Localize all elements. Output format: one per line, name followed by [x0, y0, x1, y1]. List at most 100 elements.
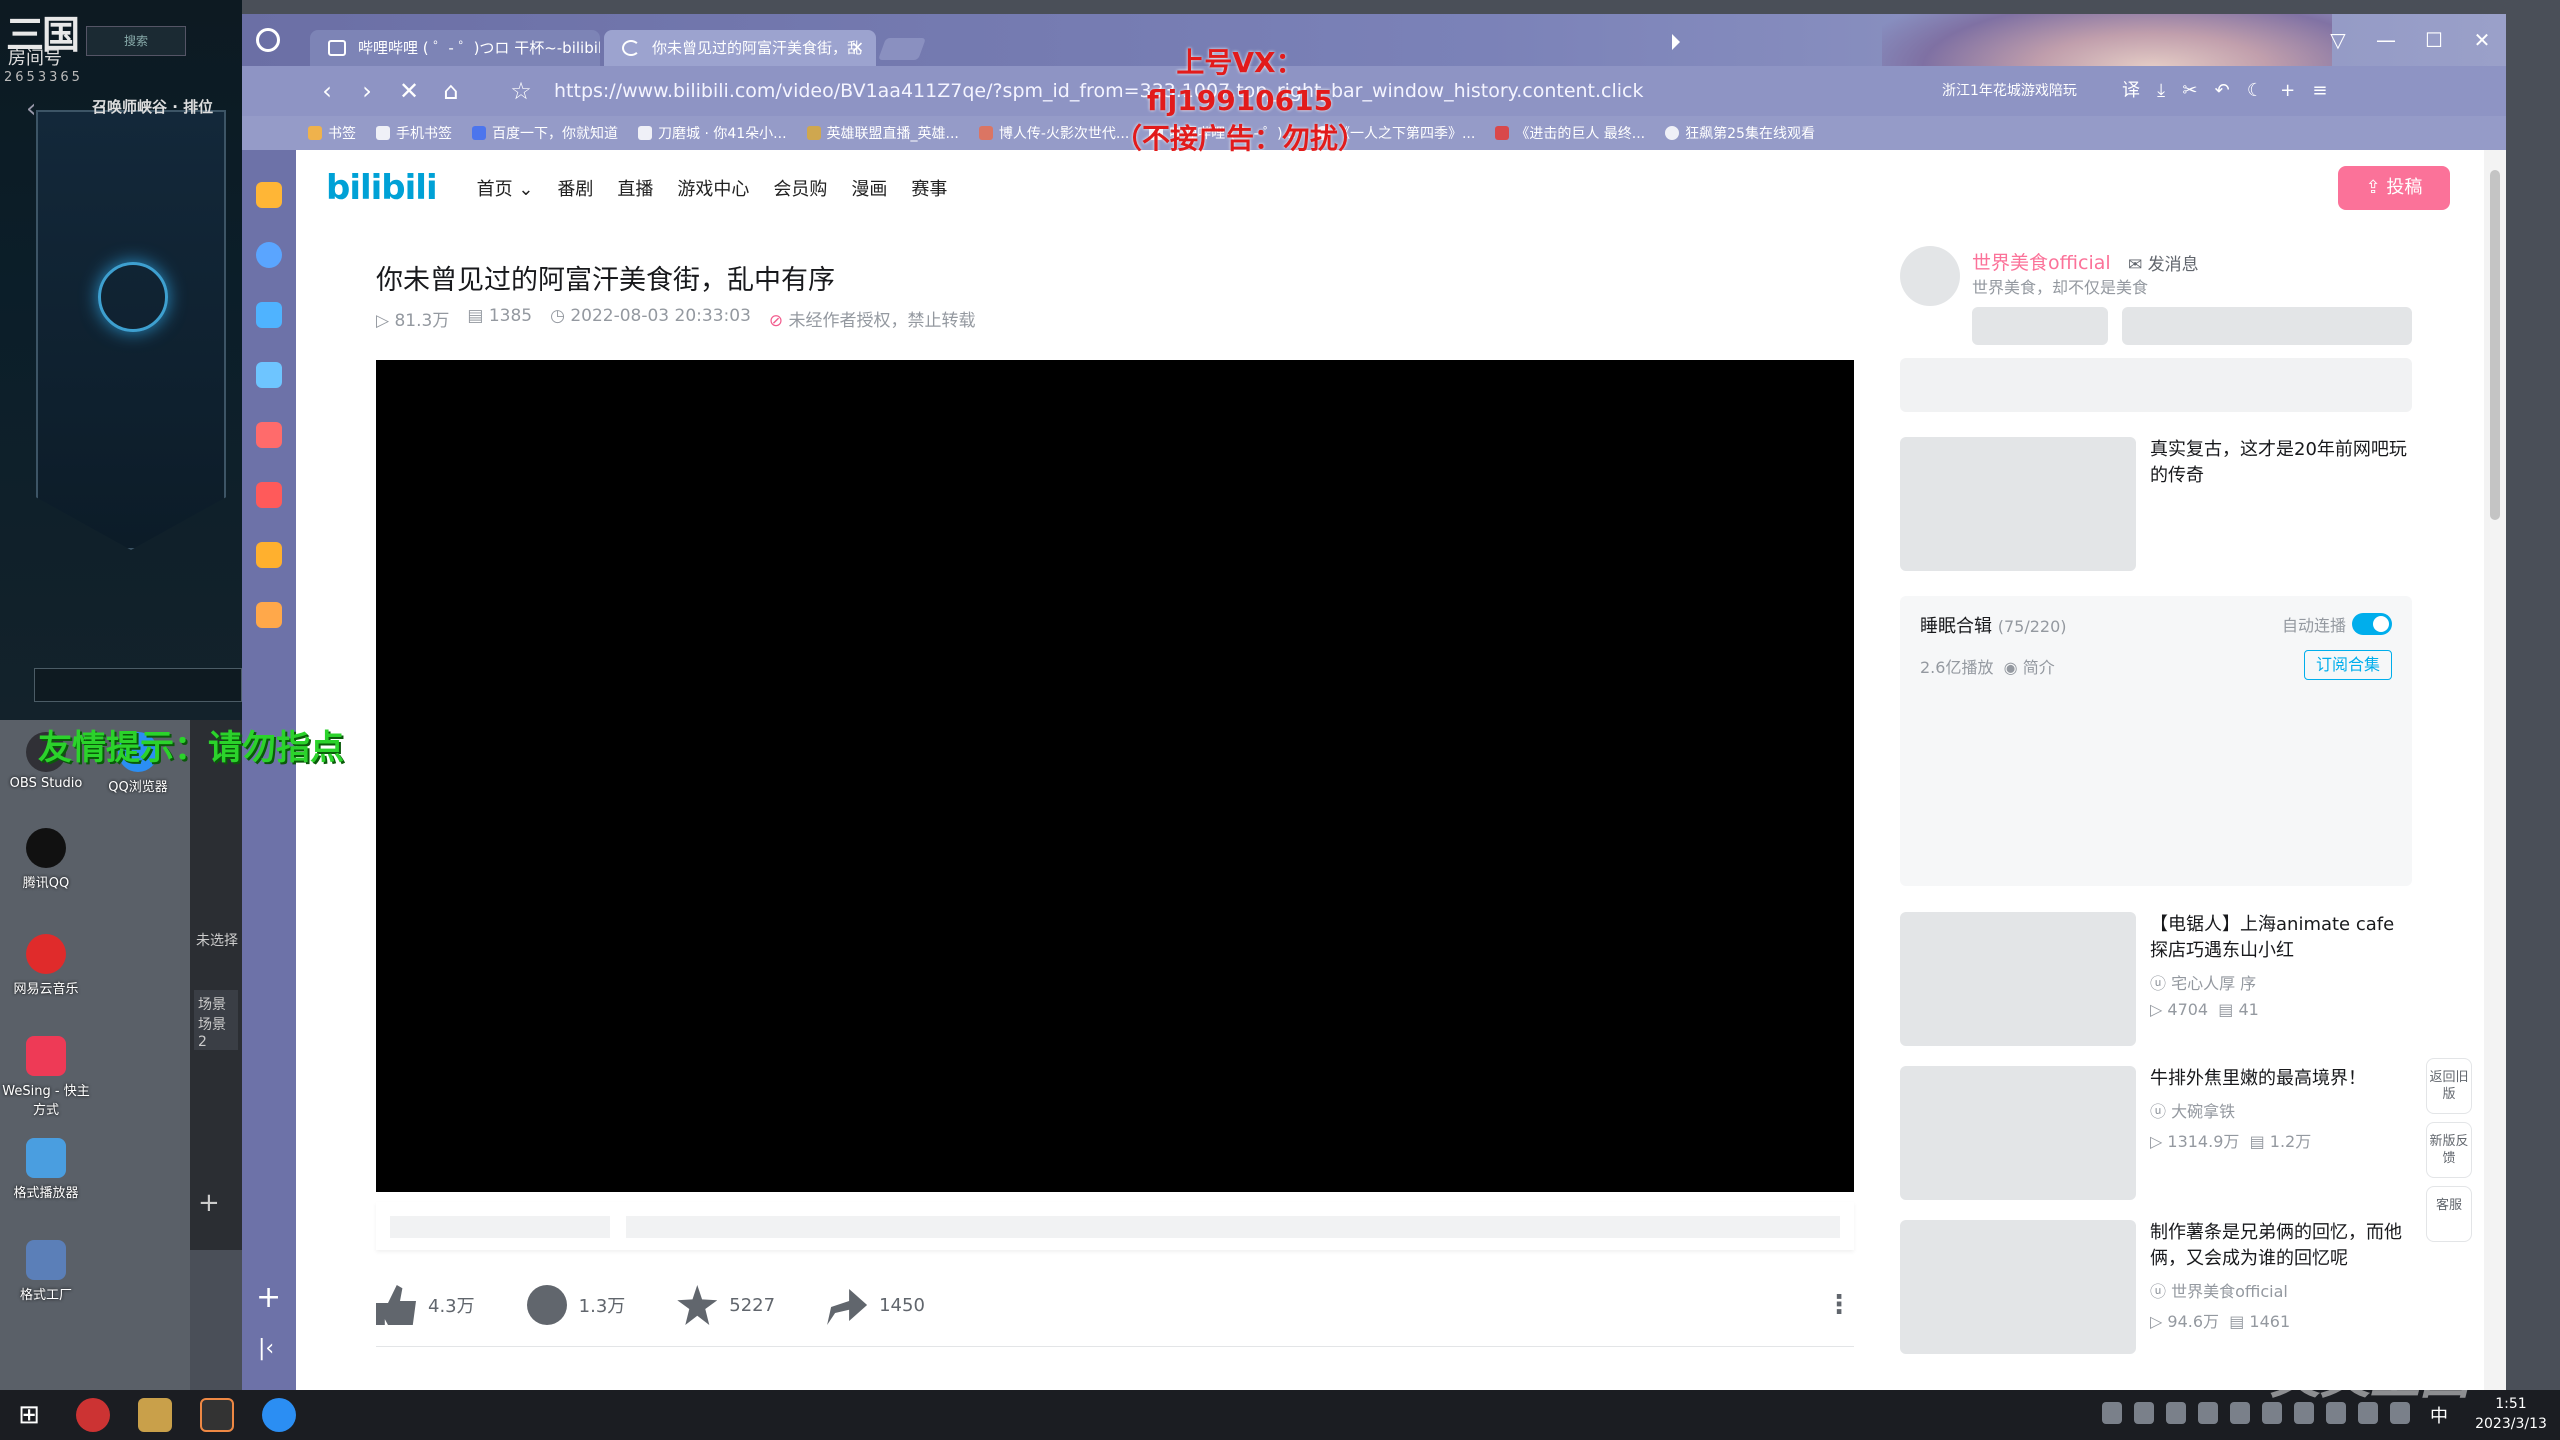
cloud-icon[interactable] — [256, 362, 282, 388]
rec-title[interactable]: 【电锯人】上海animate cafe探店巧遇东山小红 — [2150, 912, 2412, 964]
rec-thumbnail[interactable] — [1900, 437, 2136, 571]
menu-icon[interactable]: ≡ — [2312, 80, 2327, 101]
toggle-switch[interactable] — [2352, 613, 2393, 635]
bookmark-item[interactable]: 刀磨城 · 你41朵小... — [638, 123, 787, 143]
obs-scene-list[interactable]: 场景 场景 2 — [194, 990, 238, 1050]
favorite-button[interactable]: 5227 — [677, 1285, 775, 1325]
night-mode-icon[interactable]: ☾ — [2247, 80, 2263, 101]
favorites-icon[interactable] — [256, 182, 282, 208]
bookmark-item[interactable]: 书签 — [308, 123, 356, 143]
nav-live[interactable]: 直播 — [617, 175, 653, 201]
notes-icon[interactable] — [256, 602, 282, 628]
qq-browser-logo-icon[interactable] — [256, 28, 280, 52]
back-icon[interactable]: ‹ — [312, 76, 342, 106]
intro-link[interactable]: 简介 — [2023, 658, 2055, 677]
rec-title[interactable]: 牛排外焦里嫩的最高境界！ — [2150, 1066, 2412, 1092]
game-chat-input[interactable] — [34, 668, 242, 702]
customer-service-button[interactable]: 客服 — [2426, 1186, 2472, 1242]
uploader-name[interactable]: 世界美食official — [1972, 248, 2111, 275]
desktop-icon-format-factory[interactable]: 格式工厂 — [0, 1240, 92, 1303]
subscribe-collection-button[interactable]: 订阅合集 — [2304, 650, 2392, 680]
bookmark-star-icon[interactable]: ☆ — [506, 76, 536, 106]
history-clock-icon[interactable] — [256, 242, 282, 268]
obs-add-scene-icon[interactable]: + — [198, 1188, 220, 1218]
minimize-button[interactable]: — — [2362, 14, 2410, 66]
pdf-icon[interactable] — [256, 482, 282, 508]
danmaku-input-placeholder[interactable] — [626, 1216, 1840, 1238]
nav-manga[interactable]: 漫画 — [851, 175, 887, 201]
bookmark-item[interactable]: 英雄联盟直播_英雄... — [806, 123, 959, 143]
nav-anime[interactable]: 番剧 — [557, 175, 593, 201]
rec-uploader[interactable]: ⓤ 大碗拿铁 — [2150, 1098, 2412, 1122]
back-to-old-button[interactable]: 返回旧版 — [2426, 1058, 2472, 1114]
transfer-icon[interactable] — [256, 302, 282, 328]
desktop-icon-netease-music[interactable]: 网易云音乐 — [0, 934, 92, 997]
bookmark-item[interactable]: 手机书签 — [376, 123, 452, 143]
collection-title[interactable]: 睡眠合辑 (75/220) — [1920, 612, 2067, 638]
bookmark-item[interactable]: 狂飙第25集在线观看 — [1665, 123, 1815, 143]
tab-video-page[interactable]: 你未曾见过的阿富汗美食街，乱 ✕ — [604, 30, 876, 66]
sidebar-collapse-icon[interactable]: |‹ — [258, 1336, 274, 1361]
rec-thumbnail[interactable] — [1900, 912, 2136, 1046]
tray-shield-icon[interactable] — [2102, 1402, 2122, 1424]
share-button[interactable]: 1450 — [827, 1285, 925, 1325]
forward-icon[interactable]: › — [352, 76, 382, 106]
nav-esports[interactable]: 赛事 — [911, 175, 947, 201]
more-options-icon[interactable]: ⋮ — [1826, 1290, 1852, 1320]
close-button[interactable]: ✕ — [2458, 14, 2506, 66]
nav-home[interactable]: 首页 ⌄ — [477, 175, 534, 201]
bookmark-item[interactable]: 博人传-火影次世代... — [978, 123, 1129, 143]
rec-title[interactable]: 制作薯条是兄弟俩的回忆，而他俩，又会成为谁的回忆呢 — [2150, 1220, 2412, 1272]
send-message-button[interactable]: ✉ 发消息 — [2128, 250, 2199, 275]
rec-uploader[interactable]: ⓤ 世界美食official — [2150, 1278, 2412, 1302]
tray-app-icon[interactable] — [2134, 1402, 2154, 1424]
follow-button-placeholder[interactable] — [2122, 307, 2412, 345]
nav-mall[interactable]: 会员购 — [773, 175, 827, 201]
translate-icon[interactable]: 译 — [2122, 80, 2140, 101]
game-icon[interactable] — [256, 422, 282, 448]
like-button[interactable]: 4.3万 — [376, 1285, 475, 1325]
download-icon[interactable]: ⤓ — [2157, 80, 2165, 101]
add-icon[interactable]: + — [2280, 80, 2295, 101]
tray-app-icon[interactable] — [2166, 1402, 2186, 1424]
new-tab-button[interactable] — [877, 38, 927, 60]
sidebar-add-icon[interactable]: + — [256, 1280, 281, 1315]
bookmark-item[interactable]: 《进击的巨人 最终... — [1495, 123, 1645, 143]
tab-close-icon[interactable]: ✕ — [851, 30, 864, 66]
nav-game-center[interactable]: 游戏中心 — [677, 175, 749, 201]
rec-thumbnail[interactable] — [1900, 1066, 2136, 1200]
page-scrollbar[interactable] — [2484, 150, 2506, 1390]
bilibili-logo[interactable]: bilibili — [326, 168, 438, 208]
tab-bilibili-home[interactable]: 哔哩哔哩 ( ゜- ゜)つロ 干杯~-bilibili — [310, 30, 600, 66]
stop-loading-icon[interactable]: ✕ — [394, 76, 424, 106]
taskbar-app-lol-icon[interactable] — [138, 1398, 172, 1432]
scissors-icon[interactable]: ✂ — [2182, 80, 2197, 101]
game-search-box[interactable]: 搜索 — [86, 26, 186, 56]
taskbar-clock[interactable]: 1:51 2023/3/13 — [2466, 1394, 2556, 1434]
taskbar-app-game-icon[interactable] — [76, 1398, 110, 1432]
scrollbar-thumb[interactable] — [2490, 170, 2500, 520]
taskbar-qq-browser-icon[interactable] — [262, 1398, 296, 1432]
windows-start-icon[interactable]: ⊞ — [12, 1398, 46, 1432]
tray-app-icon[interactable] — [2198, 1402, 2218, 1424]
video-player[interactable] — [376, 360, 1854, 1192]
home-icon[interactable]: ⌂ — [436, 76, 466, 106]
search-icon[interactable] — [256, 542, 282, 568]
charge-button-placeholder[interactable] — [1972, 307, 2108, 345]
desktop-icon-wesing[interactable]: WeSing - 快主方式 — [0, 1036, 92, 1118]
desktop-icon-format-player[interactable]: 格式播放器 — [0, 1138, 92, 1201]
back-arrow-icon[interactable]: ‹ — [26, 94, 36, 124]
coin-button[interactable]: 1.3万 — [526, 1285, 625, 1325]
taskbar-app-g-icon[interactable] — [200, 1398, 234, 1432]
rec-thumbnail[interactable] — [1900, 1220, 2136, 1354]
autoplay-toggle[interactable]: 自动连播 — [2282, 612, 2393, 636]
rec-title[interactable]: 真实复古，这才是20年前网吧玩的传奇 — [2150, 437, 2412, 489]
uploader-avatar[interactable] — [1900, 246, 1960, 306]
skin-button[interactable]: ▽ — [2314, 14, 2362, 66]
desktop-icon-qq[interactable]: 腾讯QQ — [0, 828, 92, 891]
undo-icon[interactable]: ↶ — [2215, 80, 2230, 101]
bookmark-item[interactable]: 百度一下，你就知道 — [472, 123, 618, 143]
rec-uploader[interactable]: ⓤ 宅心人厚 序 — [2150, 970, 2412, 994]
tray-app-icon[interactable] — [2230, 1402, 2250, 1424]
maximize-button[interactable]: ☐ — [2410, 14, 2458, 66]
